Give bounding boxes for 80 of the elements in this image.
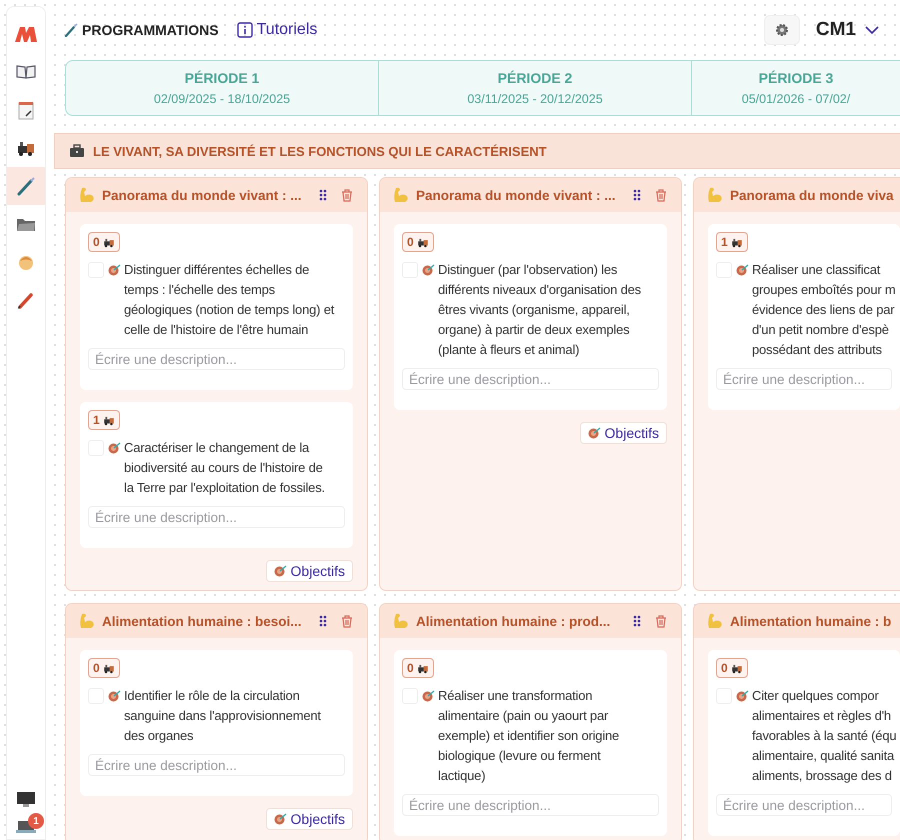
objective-text: Réaliser une classificat groupes emboîtés pour m évidence des liens de par d'un petit nombre d'espè possédant des attributs (752, 261, 896, 359)
target-icon (422, 264, 435, 276)
notepad-icon (17, 100, 35, 120)
target-icon (422, 690, 435, 702)
settings-icon (774, 23, 789, 37)
card-title: Panorama du monde viva (730, 188, 894, 202)
description-field[interactable]: Écrire une description... (88, 506, 345, 528)
description-field[interactable]: Écrire une description... (716, 368, 892, 390)
drag-handle-icon[interactable] (319, 189, 327, 201)
train-icon (16, 139, 36, 157)
page-title: PROGRAMMATIONS (82, 22, 219, 38)
count-badge: 1 (88, 410, 120, 430)
tutorials-link[interactable]: Tutoriels (236, 21, 318, 39)
drag-handle-icon[interactable] (633, 615, 641, 627)
card-title: Panorama du monde vivant : ... (416, 188, 617, 202)
folder-icon (16, 216, 36, 232)
flexed-arm-icon (392, 187, 410, 203)
count-badge: 0 (88, 232, 120, 252)
objectives-button[interactable]: Objectifs (580, 422, 667, 444)
pencil-icon (17, 291, 35, 309)
period-label: PÉRIODE 3 (758, 70, 834, 86)
description-field[interactable]: Écrire une description... (88, 754, 345, 776)
target-icon (736, 690, 749, 702)
target-icon (736, 264, 749, 276)
flexed-arm-icon (706, 613, 724, 629)
child-icon (17, 253, 35, 271)
card-title: Alimentation humaine : besoi... (102, 614, 303, 628)
category-title: LE VIVANT, SA DIVERSITÉ ET LES FONCTIONS QUI LE CARACTÉRISENT (93, 144, 547, 158)
drag-handle-icon[interactable] (633, 189, 641, 201)
brush-icon (16, 176, 36, 196)
target-icon (108, 690, 121, 702)
target-icon (274, 813, 287, 825)
objectives-button[interactable]: Objectifs (266, 808, 353, 830)
card-title: Panorama du monde vivant : ... (102, 188, 303, 202)
flexed-arm-icon (78, 613, 96, 629)
flexed-arm-icon (78, 187, 96, 203)
objective-text: Distinguer (par l'observation) les différents niveaux d'organisation des êtres vivants (organisme, appareil, organe) à partir de deux exemples (plante à fleurs et animal) (438, 261, 641, 359)
period-dates: 03/11/2025 - 20/12/2025 (467, 92, 603, 106)
description-field[interactable]: Écrire une description... (716, 794, 892, 816)
class-selector[interactable]: CM1 (816, 19, 880, 41)
count-badge: 0 (402, 232, 434, 252)
objective-text: Distinguer différentes échelles de temps : l'échelle des temps géologiques (notion de temps long) et celle de l'histoire de l'être humain (124, 261, 334, 339)
chevron-down-icon (864, 25, 880, 35)
count-badge: 1 (716, 232, 748, 252)
trash-icon[interactable] (655, 614, 667, 628)
target-icon (588, 427, 601, 439)
objective-text: Caractériser le changement de la biodiversité au cours de l'histoire de la Terre par l'exploitation de fossiles. (124, 439, 325, 497)
description-field[interactable]: Écrire une description... (402, 368, 659, 390)
target-icon (108, 442, 121, 454)
description-field[interactable]: Écrire une description... (88, 348, 345, 370)
card-title: Alimentation humaine : prod... (416, 614, 612, 628)
info-icon (236, 22, 253, 38)
count-badge: 0 (402, 658, 434, 678)
objective-text: Réaliser une transformation alimentaire (pain ou yaourt par exemple) et identifier son origine biologique (levure ou ferment lactique) (438, 687, 620, 785)
objective-text: Identifier le rôle de la circulation sanguine dans l'approvisionnement des organes (124, 687, 321, 745)
notification-badge: 1 (28, 813, 44, 829)
period-dates: 05/01/2026 - 07/02/ (742, 92, 850, 106)
trash-icon[interactable] (655, 188, 667, 202)
flexed-arm-icon (392, 613, 410, 629)
trash-icon[interactable] (341, 614, 353, 628)
description-field[interactable]: Écrire une description... (402, 794, 659, 816)
target-icon (108, 264, 121, 276)
objective-text: Citer quelques compor alimentaires et règles d'h favorables à la santé (équ alimentaire, qualité sanita aliments, brossage des d (752, 687, 896, 785)
logo-icon (14, 25, 38, 43)
period-label: PÉRIODE 1 (184, 70, 260, 86)
book-icon (16, 64, 36, 80)
briefcase-icon (69, 144, 85, 158)
trash-icon[interactable] (341, 188, 353, 202)
target-icon (274, 565, 287, 577)
settings-button[interactable] (764, 15, 800, 45)
card-title: Alimentation humaine : b (730, 614, 892, 628)
period-dates: 02/09/2025 - 18/10/2025 (154, 92, 290, 106)
count-badge: 0 (716, 658, 748, 678)
drag-handle-icon[interactable] (319, 615, 327, 627)
period-label: PÉRIODE 2 (498, 70, 572, 86)
flexed-arm-icon (706, 187, 724, 203)
objectives-button[interactable]: Objectifs (266, 560, 353, 582)
monitor-icon[interactable] (16, 791, 36, 809)
count-badge: 0 (88, 658, 120, 678)
brush-icon (64, 23, 78, 37)
